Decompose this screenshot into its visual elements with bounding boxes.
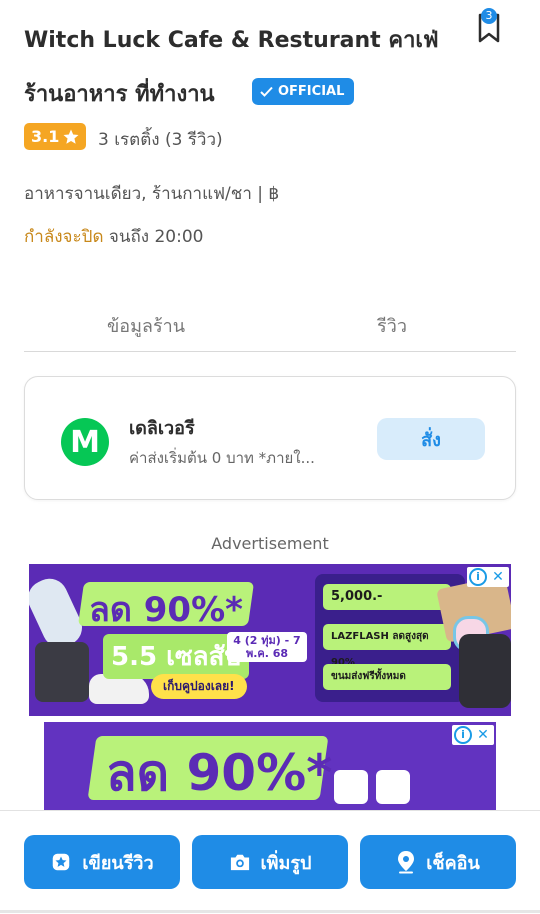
ad-info-icon[interactable]: i (454, 726, 472, 744)
coupon-3: ขนมส่งฟรีทั้งหมด (323, 664, 451, 690)
tab-divider (24, 351, 516, 352)
restaurant-title-line2: ร้านอาหาร ที่ทำงาน (24, 82, 215, 107)
ad-banner-1[interactable]: ลด 90%* 5.5 เซลสับ 4 (2 ทุ่ม) - 7 พ.ค. 6… (29, 564, 511, 716)
promo-cta-button[interactable]: เก็บคูปองเลย! (151, 674, 247, 699)
delivery-title: เดลิเวอรี (129, 418, 195, 439)
check-in-button[interactable]: เช็คอิน (360, 835, 516, 889)
ad-close-icon[interactable]: ✕ (489, 568, 507, 586)
bookmark-count-badge: 3 (481, 8, 497, 24)
rating-score: 3.1 (31, 127, 60, 146)
write-review-button[interactable]: เขียนรีวิว (24, 835, 180, 889)
lazada-logo (376, 770, 410, 804)
star-icon (63, 129, 79, 144)
official-badge: OFFICIAL (252, 78, 355, 105)
restaurant-title-line1: Witch Luck Cafe & Resturant คาเฟ่ (24, 28, 439, 53)
official-label: OFFICIAL (278, 84, 345, 99)
closing-time: จนถึง 20:00 (108, 227, 204, 247)
add-photo-label: เพิ่มรูป (260, 852, 312, 873)
advertisement-label: Advertisement (211, 534, 329, 553)
rating-badge: 3.1 (24, 123, 87, 150)
ad-info-icon[interactable]: i (469, 568, 487, 586)
star-badge-icon (53, 853, 70, 871)
delivery-card[interactable]: M เดลิเวอรี ค่าส่งเริ่มต้น 0 บาท *ภายใ..… (24, 376, 516, 500)
promo-headline: ลด 90%* (106, 744, 333, 802)
promo-headline: ลด 90%* (89, 590, 243, 630)
closing-status: กำลังจะปิด (24, 227, 104, 247)
opening-hours: กำลังจะปิด จนถึง 20:00 (24, 223, 203, 250)
location-pin-icon (398, 851, 415, 874)
bokaro-logo (334, 770, 368, 804)
ad-banner-2[interactable]: ลด 90%* i ✕ (44, 722, 496, 812)
ad-choices[interactable]: i ✕ (452, 725, 494, 745)
coupon-2: LAZFLASH ลดสูงสุด 90% (323, 624, 451, 668)
checkmark-icon (260, 86, 273, 97)
rating-summary[interactable]: 3 เรตติ้ง (3 รีวิว) (98, 126, 223, 153)
ad-choices[interactable]: i ✕ (467, 567, 509, 587)
coupon-1: 5,000.- (323, 584, 451, 610)
add-photo-button[interactable]: เพิ่มรูป (192, 835, 348, 889)
product-image-phone (459, 634, 511, 708)
line-man-logo: M (61, 418, 109, 466)
tab-reviews[interactable]: รีวิว (270, 311, 514, 340)
line-man-logo-letter: M (70, 425, 100, 460)
tab-info[interactable]: ข้อมูลร้าน (24, 311, 268, 340)
check-in-label: เช็คอิน (426, 852, 480, 873)
promo-date: 4 (2 ทุ่ม) - 7 พ.ค. 68 (227, 632, 307, 662)
partner-logos (334, 770, 410, 804)
product-image-fryer (35, 642, 89, 702)
restaurant-category: อาหารจานเดียว, ร้านกาแฟ/ชา | ฿ (24, 184, 280, 204)
camera-icon (230, 854, 249, 871)
ad-close-icon[interactable]: ✕ (474, 726, 492, 744)
bookmark-button[interactable]: 3 (474, 8, 504, 44)
write-review-label: เขียนรีวิว (82, 852, 154, 873)
order-button[interactable]: สั่ง (377, 418, 485, 460)
delivery-fee-text: ค่าส่งเริ่มต้น 0 บาท *ภายใ... (129, 449, 315, 467)
